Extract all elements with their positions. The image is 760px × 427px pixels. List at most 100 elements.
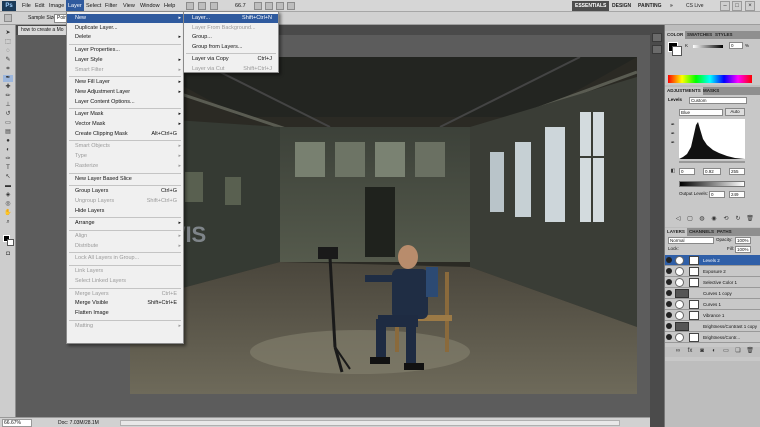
marquee-tool-icon[interactable]: ⬚ [3, 39, 13, 46]
layer-row-curves-1[interactable]: Curves 1 [665, 299, 760, 310]
tab-masks[interactable]: MASKS [701, 87, 721, 95]
output-black-field[interactable]: 0 [709, 191, 725, 198]
view-previous-icon[interactable]: ⟲ [721, 216, 731, 223]
tab-paths[interactable]: PATHS [715, 228, 734, 236]
layer-menu-item-hide-layers[interactable]: Hide Layers [67, 207, 183, 216]
maximize-icon[interactable]: □ [732, 1, 742, 11]
visibility-eye-icon[interactable] [666, 312, 672, 318]
crop-tool-icon[interactable]: ⌗ [3, 66, 13, 73]
black-point-eyedropper-icon[interactable]: ✒ [668, 122, 678, 129]
layer-row-brightness-contrast-1-copy[interactable]: Brightness/Contrast 1 copy [665, 321, 760, 332]
layer-menu-item-create-clipping-mask[interactable]: Create Clipping Mask Alt+Ctrl+G [67, 130, 183, 139]
visibility-eye-icon[interactable] [666, 334, 672, 340]
new-submenu-item-group-from-layers[interactable]: Group from Layers... [184, 43, 278, 52]
tab-channels[interactable]: CHANNELS [687, 228, 716, 236]
layer-menu-item-layer-content-options[interactable]: Layer Content Options... [67, 98, 183, 107]
visibility-eye-icon[interactable] [666, 279, 672, 285]
layer-menu-item-new-adjustment-layer[interactable]: New Adjustment Layer ▸ [67, 88, 183, 97]
color-spectrum-ramp[interactable] [668, 75, 752, 83]
layer-row-selective-color-1[interactable]: Selective Color 1 [665, 277, 760, 288]
menu-edit[interactable]: Edit [33, 0, 46, 12]
layer-mask-thumbnail[interactable] [689, 278, 699, 287]
gradient-tool-icon[interactable]: ▤ [3, 129, 13, 136]
levels-preset-select[interactable]: Custom [689, 97, 747, 104]
visibility-eye-icon[interactable] [666, 290, 672, 296]
eyedropper-tool-icon[interactable]: ✒ [3, 75, 13, 82]
rotate-view-icon[interactable] [265, 2, 273, 10]
eraser-tool-icon[interactable]: ▭ [3, 120, 13, 127]
cs-live-button[interactable]: CS Live [686, 1, 704, 11]
move-tool-icon[interactable]: ➤ [3, 30, 13, 37]
clip-warning-icon[interactable]: ◧ [668, 168, 678, 175]
hand-icon[interactable] [254, 2, 262, 10]
eyedropper-preset-icon[interactable] [4, 14, 12, 22]
actions-panel-icon[interactable] [652, 45, 662, 54]
document-canvas[interactable]: ƧWIS [130, 57, 637, 394]
expand-view-icon[interactable]: ▢ [685, 216, 695, 223]
layer-menu-item-new-fill-layer[interactable]: New Fill Layer ▸ [67, 78, 183, 87]
layer-mask-thumbnail[interactable] [689, 256, 699, 265]
layer-menu-item-new-layer-based-slice[interactable]: New Layer Based Slice [67, 175, 183, 184]
visibility-eye-icon[interactable] [666, 257, 672, 263]
new-adjustment-icon[interactable]: ◐ [709, 348, 719, 355]
workspace-painting[interactable]: PAINTING [635, 1, 665, 11]
reset-icon[interactable]: ↻ [733, 216, 743, 223]
3d-rotate-tool-icon[interactable]: ◈ [3, 192, 13, 199]
white-point-eyedropper-icon[interactable]: ✒ [668, 140, 678, 147]
k-slider[interactable] [693, 45, 723, 48]
gray-point-eyedropper-icon[interactable]: ✒ [668, 131, 678, 138]
path-selection-tool-icon[interactable]: ↖ [3, 174, 13, 181]
tab-adjustments[interactable]: ADJUSTMENTS [665, 87, 703, 95]
brush-tool-icon[interactable]: ✏ [3, 93, 13, 100]
screen-mode-icon[interactable] [287, 2, 295, 10]
layer-mask-thumbnail[interactable] [689, 333, 699, 342]
background-color-swatch[interactable] [7, 239, 14, 246]
input-white-field[interactable]: 255 [729, 168, 745, 175]
layer-style-icon[interactable]: fx [685, 348, 695, 355]
type-tool-icon[interactable]: T [3, 165, 13, 172]
layer-menu-item-merge-visible[interactable]: Merge Visible Shift+Ctrl+E [67, 299, 183, 308]
output-levels-ramp[interactable] [679, 181, 745, 187]
lasso-tool-icon[interactable]: ◌ [3, 48, 13, 55]
minimize-icon[interactable]: – [720, 1, 730, 11]
fill-field[interactable]: 100% [735, 246, 751, 253]
more-workspaces-chevron-icon[interactable]: » [667, 1, 676, 11]
mini-bridge-icon[interactable] [198, 2, 206, 10]
link-layers-icon[interactable]: ∞ [673, 348, 683, 355]
layer-menu-item-flatten-image[interactable]: Flatten Image [67, 309, 183, 318]
hand-tool-icon[interactable]: ✋ [3, 210, 13, 217]
input-levels-track[interactable] [679, 161, 745, 163]
output-white-field[interactable]: 249 [729, 191, 745, 198]
workspace-essentials[interactable]: ESSENTIALS [572, 1, 610, 11]
blur-tool-icon[interactable]: ● [3, 138, 13, 145]
menu-image[interactable]: Image [47, 0, 66, 12]
tab-layers[interactable]: LAYERS [665, 228, 687, 236]
healing-brush-tool-icon[interactable]: ✚ [3, 84, 13, 91]
blend-mode-select[interactable]: Normal [668, 237, 714, 244]
shape-tool-icon[interactable]: ▬ [3, 183, 13, 190]
return-to-list-icon[interactable]: ◁ [673, 216, 683, 223]
delete-layer-icon[interactable]: 🗑 [745, 348, 755, 355]
layer-menu-item-delete[interactable]: Delete ▸ [67, 33, 183, 42]
tab-swatches[interactable]: SWATCHES [685, 31, 714, 39]
delete-adjustment-icon[interactable]: 🗑 [745, 216, 755, 223]
quick-select-tool-icon[interactable]: ✎ [3, 57, 13, 64]
new-submenu-item-layer-via-copy[interactable]: Layer via Copy Ctrl+J [184, 55, 278, 64]
horizontal-scrollbar[interactable] [120, 420, 620, 426]
toggle-visibility-icon[interactable]: ◉ [709, 216, 719, 223]
clone-stamp-tool-icon[interactable]: ⊥ [3, 102, 13, 109]
dodge-tool-icon[interactable]: ◐ [3, 147, 13, 154]
new-layer-icon[interactable]: ❏ [733, 348, 743, 355]
layer-menu-item-duplicate-layer[interactable]: Duplicate Layer... [67, 24, 183, 33]
layer-row-levels-2[interactable]: Levels 2 [665, 255, 760, 266]
levels-channel-select[interactable]: Blue [679, 109, 723, 116]
layer-row-exposure-2[interactable]: Exposure 2 [665, 266, 760, 277]
layer-mask-thumbnail[interactable] [689, 300, 699, 309]
layer-mask-thumbnail[interactable] [689, 311, 699, 320]
new-group-icon[interactable]: ▭ [721, 348, 731, 355]
history-brush-tool-icon[interactable]: ↺ [3, 111, 13, 118]
layer-menu-item-layer-mask[interactable]: Layer Mask ▸ [67, 110, 183, 119]
new-submenu-item-layer[interactable]: Layer... Shift+Ctrl+N [184, 14, 278, 23]
layer-row-curves-1-copy[interactable]: Curves 1 copy [665, 288, 760, 299]
visibility-eye-icon[interactable] [666, 268, 672, 274]
